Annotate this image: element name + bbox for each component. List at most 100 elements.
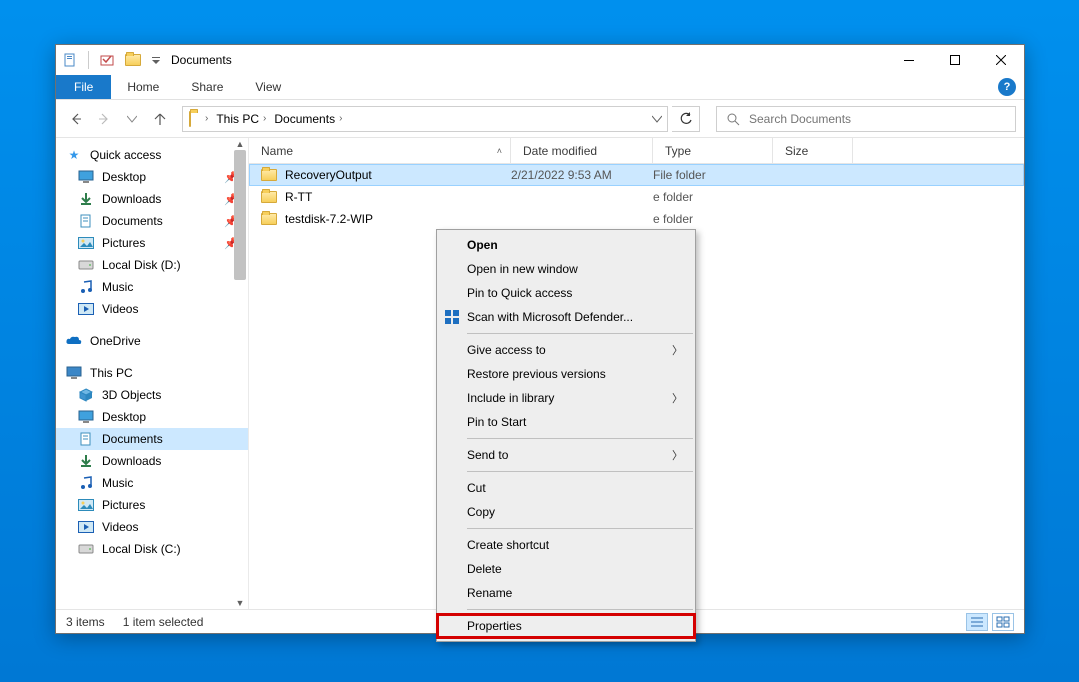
thispc-item-label: Downloads: [102, 454, 161, 468]
navigation-bar: › This PC› Documents›: [56, 100, 1024, 138]
submenu-arrow-icon: 〉: [672, 390, 683, 406]
thispc-item-label: Local Disk (C:): [102, 542, 181, 556]
file-row[interactable]: R-TT e folder: [249, 186, 1024, 208]
tab-view[interactable]: View: [239, 75, 297, 99]
video-icon: [78, 519, 94, 535]
context-properties[interactable]: Properties: [437, 614, 695, 638]
context-item-label: Create shortcut: [467, 538, 549, 552]
title-bar: Documents: [56, 45, 1024, 75]
context-open[interactable]: Open: [437, 233, 695, 257]
context-create-shortcut[interactable]: Create shortcut: [437, 533, 695, 557]
context-cut[interactable]: Cut: [437, 476, 695, 500]
context-open-in-new-window[interactable]: Open in new window: [437, 257, 695, 281]
file-row[interactable]: testdisk-7.2-WIPe folder: [249, 208, 1024, 230]
scroll-thumb[interactable]: [234, 150, 246, 280]
navpane-onedrive[interactable]: OneDrive: [56, 330, 248, 352]
navpane-quick-access[interactable]: ★ Quick access: [56, 144, 248, 166]
file-name: testdisk-7.2-WIP: [285, 212, 373, 226]
breadcrumb-root[interactable]: ›: [197, 107, 212, 131]
context-give-access-to[interactable]: Give access to〉: [437, 338, 695, 362]
view-details-button[interactable]: [966, 613, 988, 631]
quick-access-item[interactable]: Music: [56, 276, 248, 298]
thispc-item[interactable]: Music: [56, 472, 248, 494]
maximize-button[interactable]: [932, 45, 978, 75]
breadcrumb-thispc-label: This PC: [216, 112, 259, 126]
scroll-up-icon[interactable]: ▲: [232, 138, 248, 150]
column-name[interactable]: Name˄: [249, 138, 511, 163]
thispc-item-label: Desktop: [102, 410, 146, 424]
status-item-count: 3 items: [66, 615, 105, 629]
search-input[interactable]: [749, 112, 1007, 126]
context-item-label: Delete: [467, 562, 502, 576]
column-type[interactable]: Type: [653, 138, 773, 163]
minimize-button[interactable]: [886, 45, 932, 75]
box3d-icon: [78, 387, 94, 403]
context-include-in-library[interactable]: Include in library〉: [437, 386, 695, 410]
pic-icon: [78, 235, 94, 251]
context-item-label: Open: [467, 238, 498, 252]
context-item-label: Give access to: [467, 343, 546, 357]
navigation-pane: ★ Quick access Desktop📌Downloads📌Documen…: [56, 138, 249, 609]
navpane-scrollbar[interactable]: ▲ ▼: [232, 138, 248, 609]
tab-home[interactable]: Home: [111, 75, 175, 99]
file-name: RecoveryOutput: [285, 168, 372, 182]
context-pin-to-start[interactable]: Pin to Start: [437, 410, 695, 434]
music-icon: [78, 279, 94, 295]
context-restore-previous-versions[interactable]: Restore previous versions: [437, 362, 695, 386]
recent-locations-button[interactable]: [120, 107, 144, 131]
help-icon[interactable]: ?: [998, 78, 1016, 96]
thispc-item[interactable]: Desktop: [56, 406, 248, 428]
quick-access-item[interactable]: Local Disk (D:): [56, 254, 248, 276]
tab-file[interactable]: File: [56, 75, 111, 99]
status-selection: 1 item selected: [123, 615, 204, 629]
refresh-button[interactable]: [672, 106, 700, 132]
address-dropdown-icon[interactable]: [645, 114, 667, 124]
thispc-item[interactable]: Local Disk (C:): [56, 538, 248, 560]
tab-share[interactable]: Share: [175, 75, 239, 99]
column-size[interactable]: Size: [773, 138, 853, 163]
context-send-to[interactable]: Send to〉: [437, 443, 695, 467]
new-folder-qat-icon[interactable]: [99, 52, 115, 68]
thispc-item[interactable]: Pictures: [56, 494, 248, 516]
qat-dropdown-icon[interactable]: [151, 52, 161, 68]
context-delete[interactable]: Delete: [437, 557, 695, 581]
context-rename[interactable]: Rename: [437, 581, 695, 605]
music-icon: [78, 475, 94, 491]
address-bar[interactable]: › This PC› Documents›: [182, 106, 668, 132]
thispc-item[interactable]: 3D Objects: [56, 384, 248, 406]
properties-qat-icon[interactable]: [62, 52, 78, 68]
back-button[interactable]: [64, 107, 88, 131]
folder-icon: [261, 189, 277, 205]
thispc-item[interactable]: Videos: [56, 516, 248, 538]
context-pin-to-quick-access[interactable]: Pin to Quick access: [437, 281, 695, 305]
context-copy[interactable]: Copy: [437, 500, 695, 524]
quick-access-label: Pictures: [102, 236, 145, 250]
close-button[interactable]: [978, 45, 1024, 75]
file-type: e folder: [653, 190, 773, 204]
up-button[interactable]: [148, 107, 172, 131]
column-date[interactable]: Date modified: [511, 138, 653, 163]
quick-access-item[interactable]: Desktop📌: [56, 166, 248, 188]
quick-access-item[interactable]: Pictures📌: [56, 232, 248, 254]
file-row[interactable]: RecoveryOutput2/21/2022 9:53 AMFile fold…: [249, 164, 1024, 186]
thispc-item[interactable]: Downloads: [56, 450, 248, 472]
view-large-icons-button[interactable]: [992, 613, 1014, 631]
file-name: R-TT: [285, 190, 312, 204]
scroll-down-icon[interactable]: ▼: [232, 597, 248, 609]
quick-access-item[interactable]: Documents📌: [56, 210, 248, 232]
quick-access-label: Downloads: [102, 192, 161, 206]
navpane-thispc-label: This PC: [90, 366, 133, 380]
quick-access-item[interactable]: Downloads📌: [56, 188, 248, 210]
onedrive-icon: [66, 333, 82, 349]
breadcrumb-current[interactable]: Documents›: [270, 107, 346, 131]
context-scan-with-microsoft-defender[interactable]: Scan with Microsoft Defender...: [437, 305, 695, 329]
file-type: File folder: [653, 168, 773, 182]
breadcrumb-thispc[interactable]: This PC›: [212, 107, 270, 131]
quick-access-item[interactable]: Videos: [56, 298, 248, 320]
search-box[interactable]: [716, 106, 1016, 132]
forward-button[interactable]: [92, 107, 116, 131]
thispc-icon: [66, 365, 82, 381]
navpane-thispc[interactable]: This PC: [56, 362, 248, 384]
thispc-item[interactable]: Documents: [56, 428, 248, 450]
context-item-label: Pin to Quick access: [467, 286, 572, 300]
